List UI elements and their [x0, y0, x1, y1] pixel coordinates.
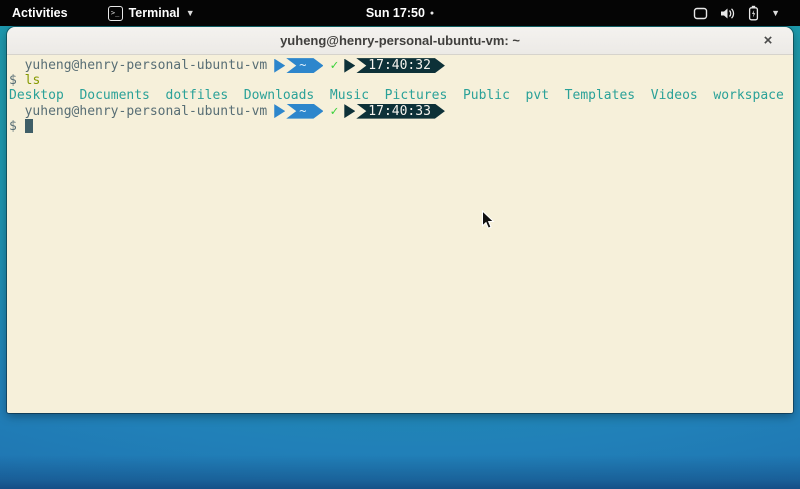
app-menu-terminal[interactable]: >_ Terminal ▼	[108, 0, 195, 26]
command-line: $ ls	[9, 73, 793, 88]
prompt-cwd-segment: ~	[286, 104, 323, 119]
prompt-line: yuheng@henry-personal-ubuntu-vm ~ ✓ 17:4…	[9, 104, 793, 119]
app-menu-label: Terminal	[129, 6, 180, 20]
terminal-content[interactable]: yuheng@henry-personal-ubuntu-vm ~ ✓ 17:4…	[7, 55, 793, 413]
directory-name: Pictures	[385, 88, 448, 103]
prompt-line: yuheng@henry-personal-ubuntu-vm ~ ✓ 17:4…	[9, 58, 793, 73]
chevron-down-icon: ▼	[186, 9, 195, 18]
directory-name: Desktop	[9, 88, 64, 103]
powerline-arrow-icon	[344, 59, 355, 73]
activities-button[interactable]: Activities	[0, 0, 80, 26]
directory-name: Videos	[651, 88, 698, 103]
text-cursor-block	[25, 119, 33, 133]
close-button[interactable]: ×	[757, 27, 779, 54]
prompt-success-check-icon: ✓	[330, 104, 338, 119]
system-status-area[interactable]: ▼	[693, 0, 780, 26]
volume-icon	[720, 7, 736, 20]
prompt-symbol: $	[9, 73, 17, 88]
directory-name: Documents	[79, 88, 149, 103]
directory-name: Downloads	[244, 88, 314, 103]
battery-charging-icon	[748, 5, 759, 21]
directory-name: pvt	[526, 88, 549, 103]
ls-output-line: Desktop Documents dotfiles Downloads Mus…	[9, 88, 793, 103]
prompt-success-check-icon: ✓	[330, 58, 338, 73]
input-line: $	[9, 119, 793, 134]
directory-list: Desktop Documents dotfiles Downloads Mus…	[9, 88, 784, 103]
directory-name: dotfiles	[166, 88, 229, 103]
terminal-app-icon: >_	[108, 6, 123, 21]
prompt-symbol: $	[9, 119, 17, 134]
powerline-arrow-icon	[274, 59, 285, 73]
powerline-arrow-icon	[344, 104, 355, 118]
directory-name: Music	[330, 88, 369, 103]
prompt-time-segment: 17:40:33	[356, 104, 445, 119]
powerline-arrow-icon	[274, 104, 285, 118]
directory-name: workspace	[713, 88, 783, 103]
typed-command: ls	[25, 73, 41, 88]
desktop: Activities >_ Terminal ▼ Sun 17:50 ●	[0, 0, 800, 489]
prompt-time-segment: 17:40:32	[356, 58, 445, 73]
terminal-window: yuheng@henry-personal-ubuntu-vm: ~ × yuh…	[7, 27, 793, 413]
directory-name: Public	[463, 88, 510, 103]
notification-dot-icon: ●	[430, 10, 434, 17]
system-menu-chevron-icon: ▼	[771, 9, 780, 18]
prompt-username: yuheng@henry-personal-ubuntu-vm	[25, 58, 268, 73]
top-bar: Activities >_ Terminal ▼ Sun 17:50 ●	[0, 0, 800, 26]
directory-name: Templates	[565, 88, 635, 103]
prompt-cwd-segment: ~	[286, 58, 323, 73]
window-titlebar[interactable]: yuheng@henry-personal-ubuntu-vm: ~ ×	[7, 27, 793, 55]
window-title: yuheng@henry-personal-ubuntu-vm: ~	[280, 33, 520, 48]
display-icon	[693, 7, 708, 20]
prompt-username: yuheng@henry-personal-ubuntu-vm	[25, 104, 268, 119]
clock-label: Sun 17:50	[366, 6, 425, 20]
